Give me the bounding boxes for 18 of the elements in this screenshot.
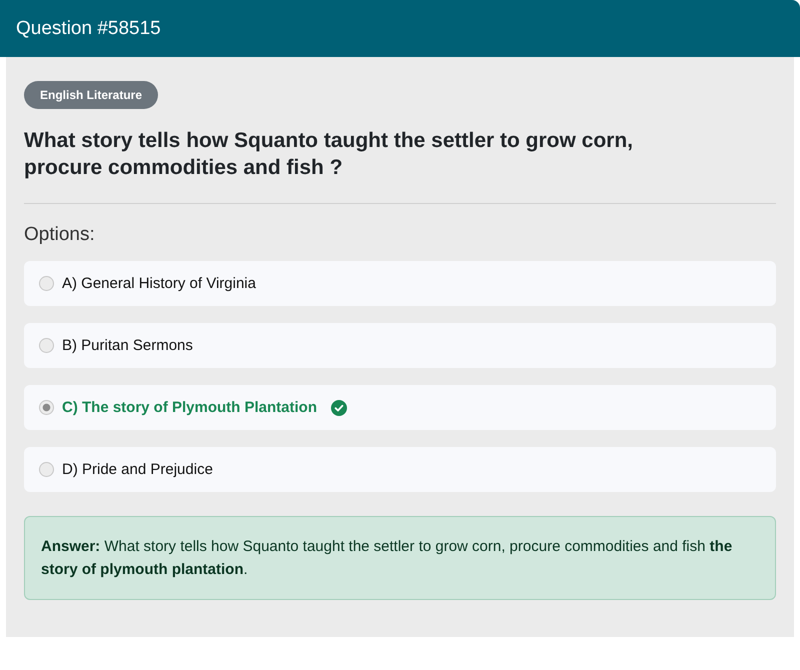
check-circle-icon [331,400,348,416]
options-heading: Options: [24,224,95,246]
question-title: Question #58515 [16,18,161,40]
option-label: A) General History of Virginia [62,275,256,292]
option-row[interactable]: C) The story of Plymouth Plantation [24,385,776,430]
category-badge: English Literature [24,81,158,109]
radio-button[interactable] [39,462,54,477]
radio-button[interactable] [39,276,54,291]
option-row[interactable]: D) Pride and Prejudice [24,447,776,492]
option-row[interactable]: B) Puritan Sermons [24,323,776,368]
option-label: C) The story of Plymouth Plantation [62,399,318,416]
radio-button[interactable] [39,400,54,415]
answer-text: Answer: What story tells how Squanto taught the settler to grow corn, procure commodities and fish the story of plymouth plantation. [41,537,734,580]
radio-button[interactable] [39,338,54,353]
question-text: What story tells how Squanto taught the settler to grow corn, procure commodities and fish ? [24,128,634,181]
option-label: B) Puritan Sermons [62,337,193,354]
option-row[interactable]: A) General History of Virginia [24,261,776,306]
option-label: D) Pride and Prejudice [62,461,213,478]
